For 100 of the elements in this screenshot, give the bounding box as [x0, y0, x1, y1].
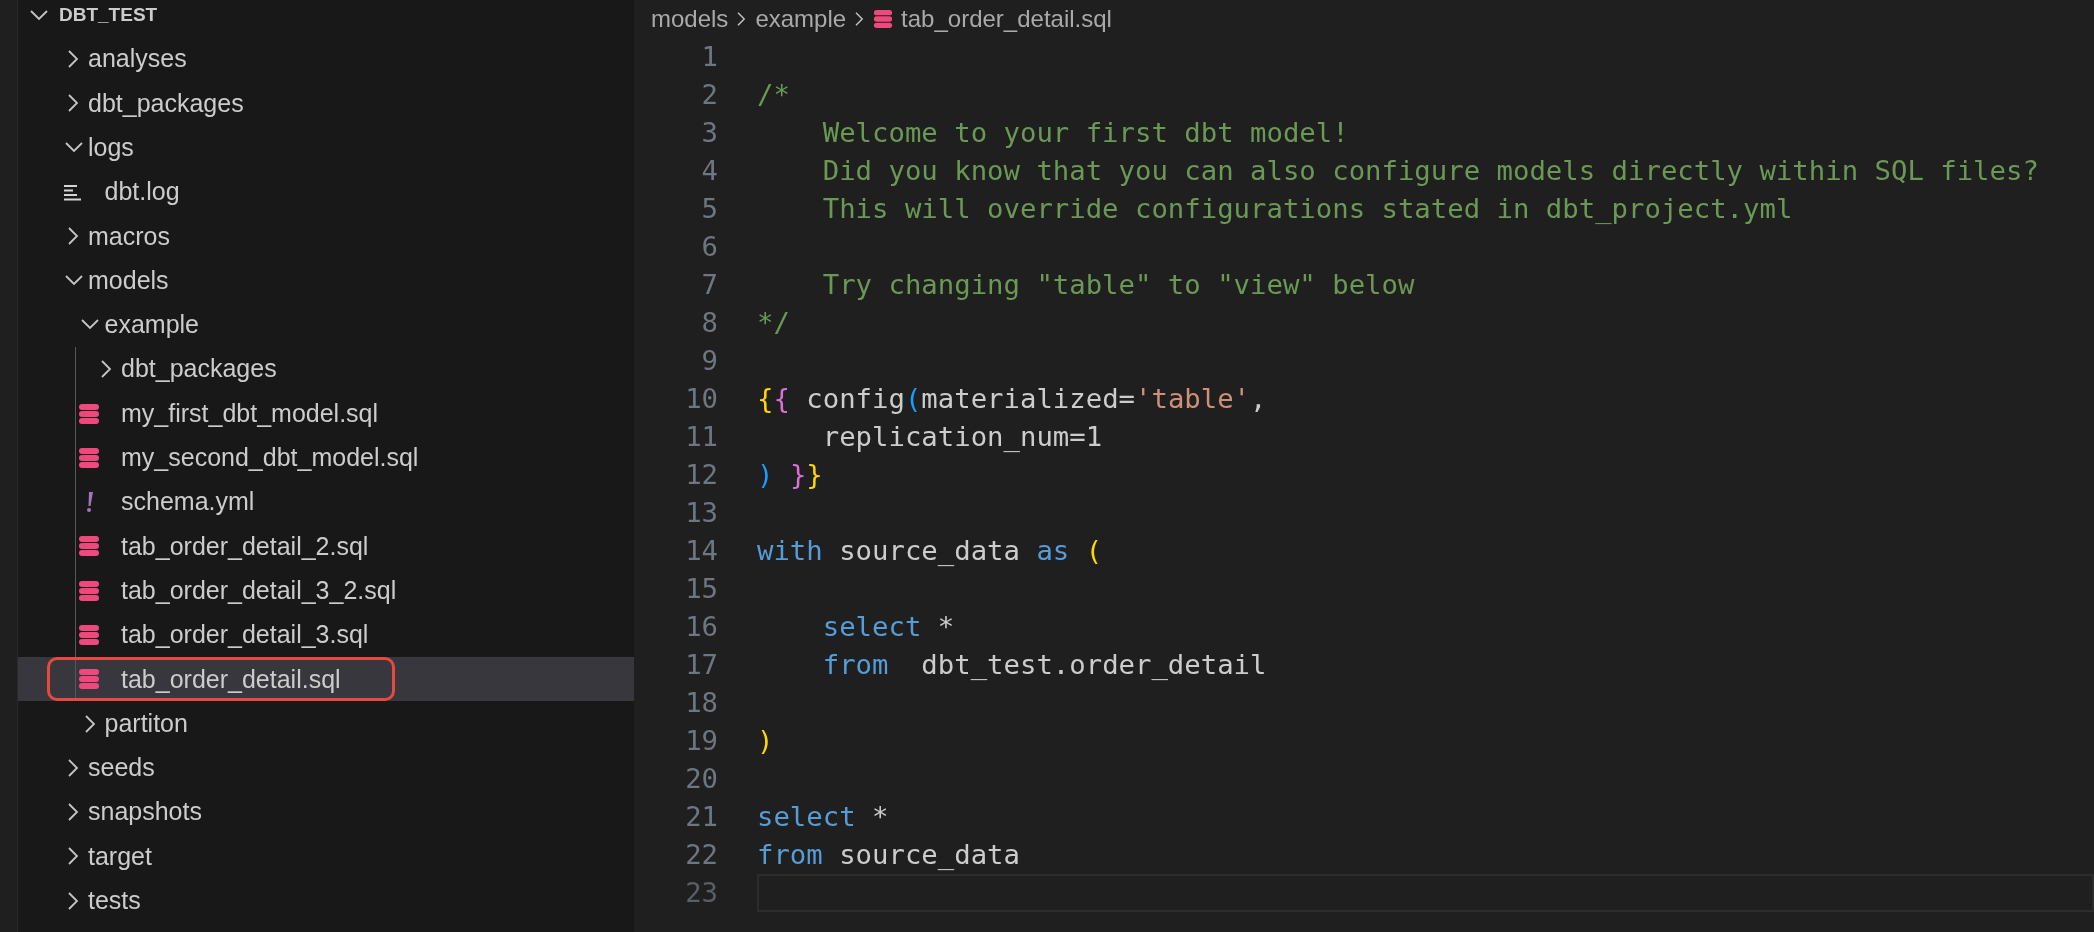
- tree-item[interactable]: models: [18, 258, 634, 303]
- code-line: ): [757, 723, 775, 758]
- project-title: DBT_TEST: [59, 2, 158, 27]
- line-number: 23: [684, 875, 718, 910]
- line-number: 8: [700, 305, 718, 340]
- tree-item[interactable]: tab_order_detail_3.sql: [18, 612, 634, 658]
- code-line: with source_data as (: [757, 533, 1104, 568]
- code-line: Try changing "table" to "view" below: [821, 267, 1416, 302]
- chevron-right-icon: [68, 803, 79, 822]
- line-number: 17: [684, 647, 718, 682]
- tree-item[interactable]: dbt_packages: [18, 347, 634, 392]
- file-name: partiton: [104, 707, 188, 739]
- file-name: tab_order_detail.sql: [121, 663, 341, 695]
- tree-item[interactable]: schema.yml: [18, 479, 634, 525]
- chevron-down-icon: [64, 275, 83, 287]
- code-line: {{ config(materialized='table',: [757, 381, 1268, 416]
- tree-item[interactable]: tests: [18, 878, 634, 923]
- tree-item[interactable]: tab_order_detail_2.sql: [18, 524, 634, 569]
- tree-item[interactable]: target: [18, 834, 634, 879]
- line-number: 13: [684, 495, 718, 530]
- file-name: dbt.log: [104, 176, 180, 208]
- line-number: 5: [700, 191, 718, 226]
- file-name: models: [88, 264, 169, 296]
- line-number: 11: [684, 419, 718, 454]
- code-line: select *: [757, 799, 890, 834]
- tree-item[interactable]: dbt.log: [18, 169, 634, 215]
- tree-item[interactable]: tab_order_detail_3_2.sql: [18, 568, 634, 613]
- line-number: 3: [700, 115, 718, 150]
- chevron-right-icon: [68, 758, 79, 777]
- database-icon: [78, 535, 100, 558]
- file-name: macros: [88, 220, 170, 252]
- tree-item[interactable]: dbt_packages: [18, 81, 634, 126]
- line-number: 22: [684, 837, 718, 872]
- database-icon: [78, 446, 100, 469]
- breadcrumb-item[interactable]: models: [651, 1, 729, 37]
- chevron-right-icon: [68, 50, 79, 69]
- chevron-right-icon: [736, 12, 748, 26]
- line-number: 1: [700, 39, 718, 74]
- database-icon: [78, 402, 100, 425]
- file-name: dbt_packages: [121, 353, 277, 385]
- line-number: 18: [684, 685, 718, 720]
- tree-root[interactable]: DBT_TEST: [18, 0, 634, 30]
- code-line: from dbt_test.order_detail: [821, 647, 1268, 682]
- text-lines-icon: [63, 183, 81, 201]
- exclamation-icon: [86, 491, 94, 514]
- chevron-right-icon: [68, 94, 79, 113]
- file-name: seeds: [88, 752, 155, 784]
- file-name: tests: [88, 885, 141, 917]
- file-name: target: [88, 840, 152, 872]
- database-icon: [78, 579, 100, 602]
- tree-item[interactable]: my_first_dbt_model.sql: [18, 391, 634, 436]
- file-name: dbt_packages: [88, 87, 244, 119]
- tree-item[interactable]: tab_order_detail.sql: [18, 657, 634, 702]
- tree-item[interactable]: example: [18, 302, 634, 348]
- code-line: from source_data: [757, 837, 1021, 872]
- chevron-down-icon: [81, 319, 99, 331]
- database-icon: [873, 9, 894, 29]
- file-name: logs: [88, 132, 134, 163]
- tree-item[interactable]: snapshots: [18, 790, 634, 835]
- line-number: 16: [684, 609, 718, 644]
- file-name: my_first_dbt_model.sql: [121, 397, 379, 429]
- file-name: my_second_dbt_model.sql: [121, 442, 419, 474]
- tree-item[interactable]: seeds: [18, 745, 634, 791]
- file-name: tab_order_detail_2.sql: [121, 530, 369, 562]
- line-number: 20: [684, 761, 718, 796]
- code-line: This will override configurations stated in dbt_project.yml: [821, 191, 1794, 226]
- tree-item[interactable]: logs: [18, 125, 634, 170]
- line-number: 12: [684, 457, 718, 492]
- breadcrumb-item[interactable]: tab_order_detail.sql: [901, 1, 1112, 37]
- file-name: tab_order_detail_3.sql: [121, 619, 369, 651]
- code-line: ) }}: [757, 457, 824, 492]
- chevron-right-icon: [854, 12, 866, 26]
- database-icon: [78, 668, 100, 691]
- chevron-right-icon: [68, 847, 79, 866]
- line-number: 2: [700, 77, 718, 112]
- tree-item[interactable]: my_second_dbt_model.sql: [18, 435, 634, 480]
- code-line: */: [757, 305, 791, 340]
- line-number: 10: [684, 381, 718, 416]
- file-name: tab_order_detail_3_2.sql: [121, 574, 397, 606]
- code-line: select *: [821, 609, 956, 644]
- line-number: 9: [700, 343, 718, 378]
- line-number: 7: [700, 267, 718, 302]
- chevron-right-icon: [84, 714, 96, 733]
- chevron-down-icon: [64, 142, 83, 154]
- breadcrumb-item[interactable]: example: [755, 1, 847, 37]
- code-line: Welcome to your first dbt model!: [821, 115, 1350, 150]
- tree-item[interactable]: macros: [18, 214, 634, 259]
- line-number: 21: [684, 799, 718, 834]
- database-icon: [78, 624, 100, 646]
- line-number: 6: [700, 229, 718, 264]
- tree-item[interactable]: partiton: [18, 701, 634, 746]
- code-line: /*: [757, 77, 791, 112]
- file-name: example: [104, 309, 199, 341]
- line-number: 19: [684, 723, 718, 758]
- chevron-down-icon: [29, 9, 48, 21]
- code-line: Did you know that you can also configure models directly within SQL files?: [821, 153, 2040, 188]
- file-name: snapshots: [88, 796, 202, 828]
- chevron-right-icon: [68, 227, 79, 246]
- tree-item[interactable]: analyses: [18, 37, 634, 82]
- file-name: schema.yml: [121, 486, 255, 518]
